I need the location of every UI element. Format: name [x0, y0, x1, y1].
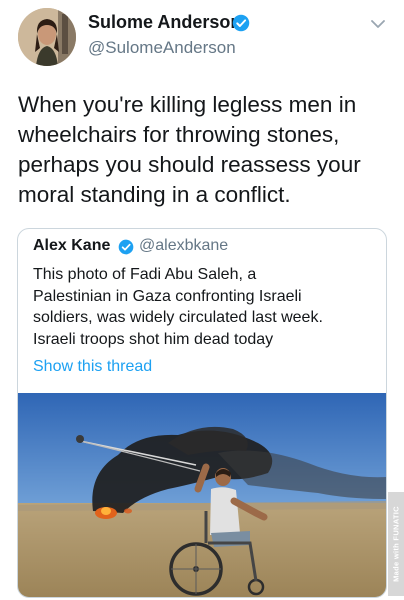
chevron-down-icon[interactable] — [370, 18, 386, 30]
tweet-text-line: When you're killing legless men in — [18, 92, 357, 117]
quoted-tweet-text: This photo of Fadi Abu Saleh, a Palestin… — [33, 264, 381, 350]
quoted-author-name[interactable]: Alex Kane — [33, 237, 110, 255]
quoted-text-line: Israeli troops shot him dead today — [33, 330, 274, 348]
quoted-text-line: soldiers, was widely circulated last wee… — [33, 309, 323, 326]
quoted-tweet-card[interactable]: Alex Kane @alexbkane This photo of Fadi … — [17, 228, 387, 598]
tweet-text-line: moral standing in a conflict. — [18, 182, 291, 207]
quoted-text-line: This photo of Fadi Abu Saleh, a — [33, 266, 257, 283]
watermark-text: Made with FUNATIC — [391, 506, 401, 582]
author-name[interactable]: Sulome Anderson — [88, 12, 241, 33]
tweet-text-line: wheelchairs for throwing stones, — [18, 122, 340, 147]
show-thread-link[interactable]: Show this thread — [33, 358, 152, 376]
watermark: Made with FUNATIC — [388, 492, 404, 596]
tweet-card: Sulome Anderson @SulomeAnderson When you… — [0, 0, 404, 600]
author-avatar[interactable] — [18, 8, 76, 66]
quoted-tweet-photo[interactable] — [18, 393, 386, 597]
quoted-author-handle[interactable]: @alexbkane — [139, 237, 228, 255]
author-handle[interactable]: @SulomeAnderson — [88, 38, 236, 58]
tweet-text: When you're killing legless men in wheel… — [18, 90, 398, 210]
photo-scene — [18, 393, 386, 597]
verified-badge-icon — [118, 239, 134, 255]
tweet-text-line: perhaps you should reassess your — [18, 152, 361, 177]
quoted-text-line: Palestinian in Gaza confronting Israeli — [33, 287, 302, 305]
verified-badge-icon — [232, 14, 250, 32]
avatar-image — [18, 8, 76, 66]
